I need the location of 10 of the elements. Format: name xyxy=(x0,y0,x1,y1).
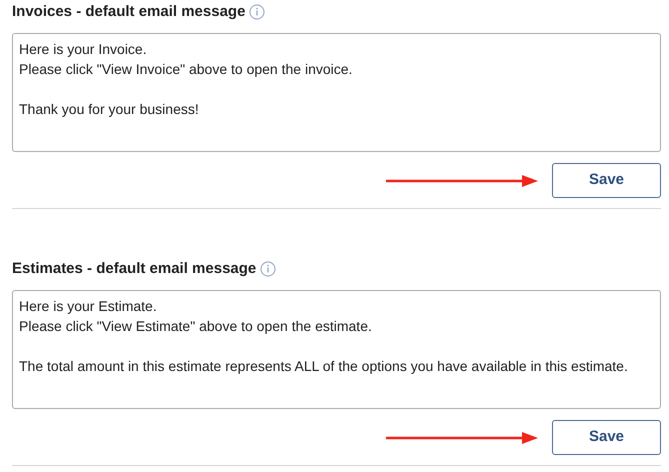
arrow-icon xyxy=(386,432,538,444)
info-icon[interactable] xyxy=(249,4,266,20)
section-title: Invoices - default email message xyxy=(12,2,246,22)
message-field[interactable]: Here is your Estimate. Please click "View Estimate" above to open the estimate. The total amount in this estimate represents ALL of the options you have available in this estimate. xyxy=(12,290,661,409)
save-button[interactable]: Save xyxy=(552,420,661,455)
section-title: Estimates - default email message xyxy=(12,258,256,279)
message-field[interactable]: Here is your Invoice. Please click "View Invoice" above to open the invoice. Thank you for your business! xyxy=(12,33,661,152)
info-icon[interactable] xyxy=(260,261,276,277)
save-button[interactable]: Save xyxy=(552,163,661,198)
arrow-icon xyxy=(386,174,538,186)
